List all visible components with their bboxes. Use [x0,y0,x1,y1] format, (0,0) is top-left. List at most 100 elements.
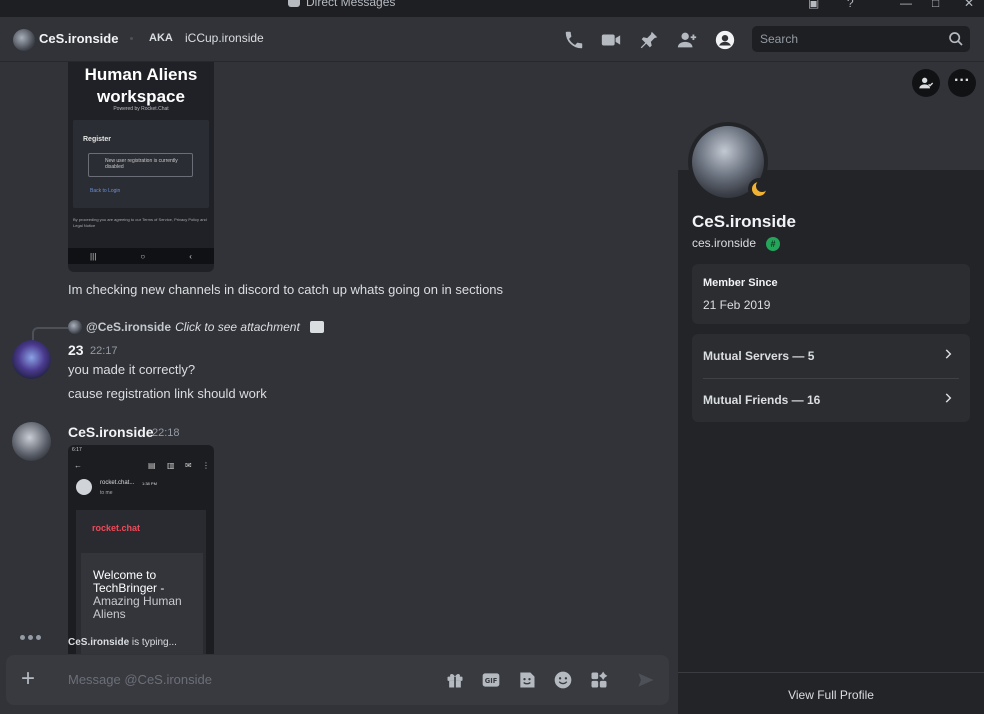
member-since-card: Member Since 21 Feb 2019 [692,264,970,324]
profile-username: ces.ironside [692,236,757,250]
user-profile-toggle-icon[interactable] [714,29,736,51]
close-button[interactable]: ✕ [964,0,974,10]
attachment-sender-avatar [76,479,92,495]
hashtag-badge-icon: # [766,237,780,251]
minimize-button[interactable]: — [900,0,912,10]
mutual-friends-row[interactable]: Mutual Friends — 16 [703,378,959,421]
search-icon [949,32,963,46]
view-full-profile-button[interactable]: View Full Profile [678,672,984,714]
more-options-button[interactable]: ··· [948,69,976,97]
attachment-sender: rocket.chat... [100,480,135,486]
attachment-back-link: Back to Login [90,188,121,194]
attachment-register-heading: Register [83,136,112,143]
aka-label: AKA [149,32,173,44]
profile-display-name: CeS.ironside [692,212,796,231]
typing-indicator: CeS.ironside is typing... [68,637,177,648]
upload-plus-button[interactable]: + [21,667,35,691]
user-profile-panel: ··· CeS.ironside ces.ironside # Member S… [678,62,984,714]
message-text: Im checking new channels in discord to c… [68,282,504,297]
attachment-email-toolbar: ← ▤ ▥ ✉ ⋮ [68,457,214,477]
add-friend-button[interactable] [912,69,940,97]
message-list[interactable]: Human Aliens workspace Powered by Rocket… [0,62,678,654]
member-since-value: 21 Feb 2019 [703,298,771,312]
attachment-status-bar: 6:17 [72,447,82,453]
maximize-button[interactable]: □ [932,0,939,10]
mutual-servers-row[interactable]: Mutual Servers — 5 [703,334,959,377]
chevron-right-icon [945,393,952,403]
sticker-icon[interactable] [517,670,537,690]
avatar[interactable] [13,29,35,51]
message-author[interactable]: CeS.ironside [68,424,154,440]
reply-author[interactable]: @CeS.ironside [86,320,171,334]
reply-connector [32,327,68,341]
header-separator [130,37,133,40]
chevron-right-icon [945,349,952,359]
back-icon: ‹ [189,251,192,261]
profile-avatar[interactable] [688,122,770,202]
gift-icon[interactable] [445,670,465,690]
arrow-left-icon: ← [74,461,82,470]
friend-icon [919,77,934,89]
search-input[interactable]: Search [752,26,970,52]
attachment-to: to me [100,490,113,496]
message-input[interactable]: Message @CeS.ironside [68,672,212,687]
image-attachment[interactable]: Human Aliens workspace Powered by Rocket… [68,62,214,272]
status-idle-icon [748,178,770,200]
mutual-friends-label: Mutual Friends — 16 [703,393,821,407]
gif-icon[interactable]: GIF [481,670,501,690]
window-title: Direct Messages [288,0,395,9]
video-call-icon[interactable] [600,29,622,51]
attachment-welcome-text: Welcome to TechBringer - Amazing Human A… [93,569,182,621]
recent-apps-icon: ||| [90,251,97,261]
avatar[interactable] [12,422,51,461]
archive-icon: ▤ [148,461,156,470]
typing-suffix: is typing... [131,637,177,648]
aka-value: iCCup.ironside [185,31,264,45]
view-full-profile-label: View Full Profile [788,688,874,702]
message-text: cause registration link should work [68,386,267,401]
more-vertical-icon: ⋮ [202,461,210,470]
typing-user: CeS.ironside [68,637,130,648]
dm-header: CeS.ironside AKA iCCup.ironside Search [0,17,984,62]
mutuals-card: Mutual Servers — 5 Mutual Friends — 16 [692,334,970,422]
svg-text:GIF: GIF [485,677,498,685]
attachment-powered-by: Powered by Rocket.Chat [113,106,169,112]
help-icon[interactable]: ? [847,0,854,10]
window-titlebar: Direct Messages ▣ ? — □ ✕ [0,0,984,17]
message-text: you made it correctly? [68,362,196,377]
attachment-warning: New user registration is currently disab… [88,153,193,177]
attachment-logo: rocket.chat [92,523,141,533]
message-composer: + Message @CeS.ironside GIF [6,655,669,705]
avatar[interactable] [12,340,51,379]
attachment-sender-time: 1:38 PM [142,481,157,486]
attachment-phone-navbar: ||| ○ ‹ [68,248,214,264]
discord-icon [288,0,300,7]
add-friends-to-dm-icon[interactable] [676,29,698,51]
member-since-label: Member Since [703,277,778,289]
search-placeholder: Search [760,32,799,46]
dm-username[interactable]: CeS.ironside [39,31,118,46]
reply-avatar [68,320,82,334]
message-author[interactable]: 23 [68,342,84,358]
welcome-line: Aliens [93,607,126,621]
mail-icon: ✉ [185,461,192,470]
inbox-icon[interactable]: ▣ [808,0,819,10]
reply-text[interactable]: Click to see attachment [175,320,300,334]
home-icon: ○ [140,251,146,261]
voice-call-icon[interactable] [563,29,585,51]
image-attachment[interactable]: 6:17 ← ▤ ▥ ✉ ⋮ rocket.chat... 1:38 PM to… [68,445,214,654]
message-timestamp: 22:18 [152,427,180,439]
typing-indicator-icon [20,635,41,640]
attachment-terms: By proceeding you are agreeing to our Te… [73,217,207,228]
more-horizontal-icon: ··· [954,72,970,89]
emoji-icon[interactable] [553,670,573,690]
pin-icon[interactable] [638,29,660,51]
attachment-warning-text: New user registration is currently disab… [105,158,178,170]
reply-reference[interactable]: @CeS.ironside Click to see attachment [68,320,324,334]
send-icon[interactable] [636,670,656,690]
trash-icon: ▥ [167,461,175,470]
apps-icon[interactable] [589,670,609,690]
image-icon [309,321,324,333]
mutual-servers-label: Mutual Servers — 5 [703,349,815,363]
message-timestamp: 22:17 [90,345,118,357]
